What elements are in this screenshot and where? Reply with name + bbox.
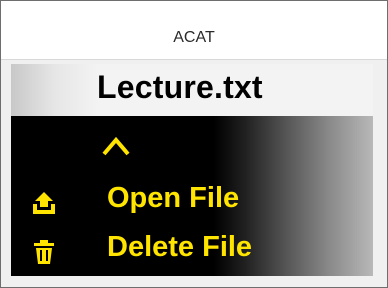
window-title: ACAT xyxy=(173,29,215,46)
open-file-label: Open File xyxy=(107,182,240,214)
chevron-up-icon[interactable] xyxy=(101,135,131,157)
title-bar[interactable]: ACAT xyxy=(1,1,387,60)
file-name-header: Lecture.txt xyxy=(11,64,373,116)
file-name-label: Lecture.txt xyxy=(97,69,263,105)
trash-icon xyxy=(34,240,54,264)
open-file-button[interactable]: Open File xyxy=(19,180,349,224)
upload-icon xyxy=(33,192,55,214)
delete-file-label: Delete File xyxy=(107,231,253,263)
acat-window: ACAT Lecture.txt Open File Delete File xyxy=(0,0,388,288)
delete-file-button[interactable]: Delete File xyxy=(19,229,349,273)
